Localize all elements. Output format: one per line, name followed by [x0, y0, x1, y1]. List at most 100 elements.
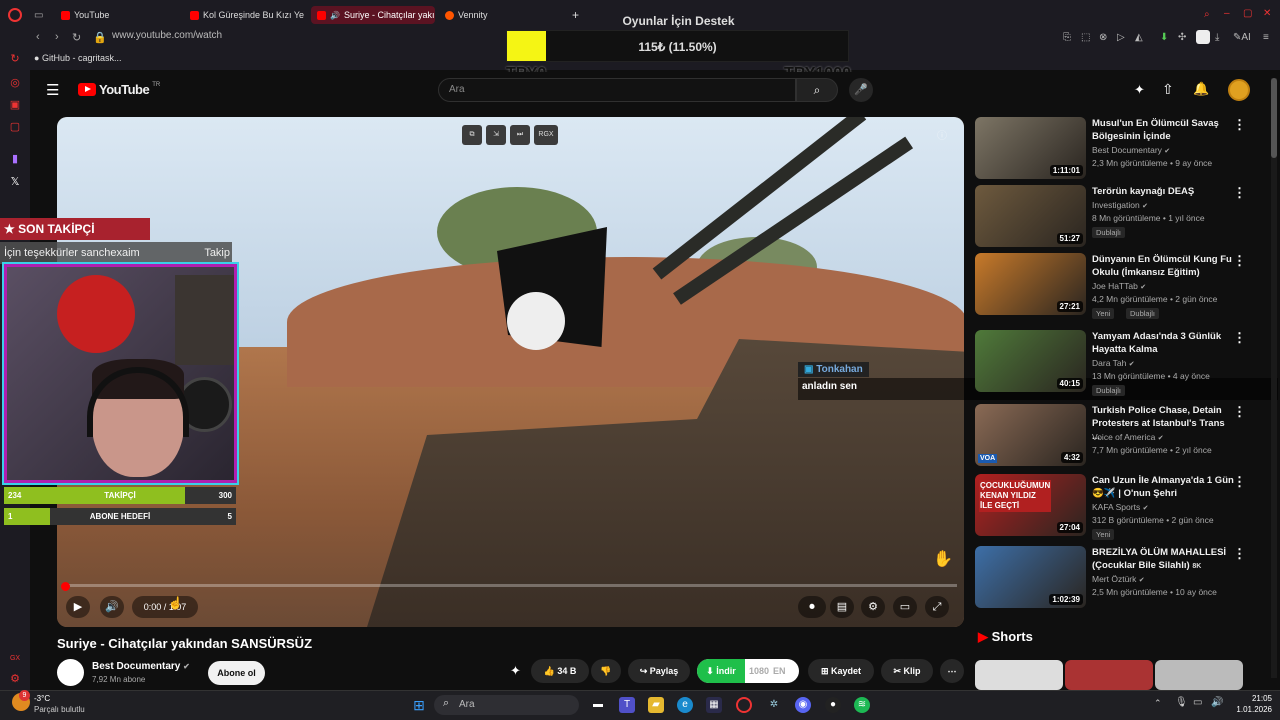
recommendation-title[interactable]: Can Uzun İle Almanya'da 1 Gün 😎✈️ | O'nu… [1092, 474, 1234, 500]
recommendation-channel[interactable]: Investigation ✔ [1092, 200, 1148, 210]
messenger-icon[interactable]: ◎ [8, 76, 22, 90]
tab-kol-guresi[interactable]: Kol Güreşinde Bu Kızı Yen [184, 6, 304, 24]
recommendation-item[interactable]: 1:02:39 BREZİLYA ÖLÜM MAHALLESİ (Çocuklar… [975, 546, 1265, 610]
tab-youtube[interactable]: YouTube [55, 6, 180, 24]
channel-avatar[interactable] [57, 659, 84, 686]
edge-icon[interactable]: e [677, 697, 693, 713]
search-input[interactable]: Ara [438, 78, 796, 102]
maximize-icon[interactable]: ▢ [1243, 8, 1252, 19]
vpn-icon[interactable]: ◭ [1135, 32, 1143, 43]
subscribe-button[interactable]: Abone ol [208, 661, 265, 685]
recommendation-channel[interactable]: Joe HaTTab ✔ [1092, 281, 1146, 291]
theater-mode-icon[interactable]: ▭ [893, 596, 917, 618]
tray-chevron-icon[interactable]: ⌃ [1154, 698, 1162, 709]
x-icon[interactable]: 𝕏 [8, 175, 22, 189]
ask-icon[interactable]: ✦ [510, 663, 521, 679]
more-options-icon[interactable]: ⋮ [1233, 185, 1246, 201]
close-icon[interactable]: ✕ [1263, 8, 1271, 19]
recommendation-channel[interactable]: Dara Tah ✔ [1092, 358, 1135, 368]
recommendation-title[interactable]: BREZİLYA ÖLÜM MAHALLESİ (Çocuklar Bile S… [1092, 546, 1234, 573]
recommendation-item[interactable]: VOA 4:32 Turkish Police Chase, Detain Prot… [975, 404, 1265, 468]
opera-logo-icon[interactable] [8, 8, 22, 22]
minimize-icon[interactable]: – [1224, 8, 1230, 19]
task-view-icon[interactable]: ▬ [590, 697, 606, 713]
recommendation-thumbnail[interactable]: 40:15 [975, 330, 1086, 392]
clock-time[interactable]: 21:05 [1240, 694, 1272, 703]
obs-icon[interactable]: ● [825, 697, 841, 713]
clip-button[interactable]: ✂ Klip [881, 659, 933, 683]
store-icon[interactable]: ▦ [706, 697, 722, 713]
clock-date[interactable]: 1.01.2026 [1228, 705, 1272, 714]
forward-icon[interactable]: › [55, 31, 59, 43]
recommendation-title[interactable]: Dünyanın En Ölümcül Kung Fu Okulu (İmkan… [1092, 253, 1234, 279]
autoplay-toggle[interactable]: ⏺ [798, 596, 826, 618]
profile-ext-icon[interactable] [1196, 30, 1210, 44]
snapshot-icon[interactable]: ⬚ [1081, 32, 1090, 43]
video-progress-bar[interactable] [62, 584, 957, 587]
scrollbar-thumb[interactable] [1271, 78, 1277, 158]
recommendation-thumbnail[interactable]: 51:27 [975, 185, 1086, 247]
extension-icon[interactable]: ⎘ [1063, 32, 1071, 43]
settings-gear-icon[interactable]: ⚙ [861, 596, 885, 618]
gx-icon[interactable]: GX [8, 652, 22, 666]
tab-suriye[interactable]: 🔊 Suriye - Cihatçılar yakı [311, 6, 435, 24]
channel-name[interactable]: Best Documentary ✔ [92, 661, 190, 672]
opera-gx-icon[interactable] [736, 697, 752, 713]
volume-button[interactable]: 🔊 [100, 596, 124, 618]
discord-icon[interactable]: ◉ [795, 697, 811, 713]
avatar[interactable] [1228, 79, 1250, 101]
info-icon[interactable]: ⓘ [937, 127, 947, 142]
ai-icon[interactable]: ↻ [8, 52, 22, 66]
settings-icon[interactable]: ⚙ [8, 672, 22, 686]
miniplayer-icon[interactable]: ⧉ [462, 125, 482, 145]
fullscreen-icon[interactable]: ⤢ [925, 596, 949, 618]
recommendation-thumbnail[interactable]: 27:21 [975, 253, 1086, 315]
play-button[interactable]: ▶ [66, 596, 90, 618]
youtube-logo[interactable]: YouTube TR [78, 82, 160, 97]
windows-start-icon[interactable]: ⊞ [411, 697, 427, 713]
volume-tray-icon[interactable]: 🔊 [1211, 697, 1223, 708]
voice-search-icon[interactable]: 🎤 [849, 78, 873, 102]
tab-overview-icon[interactable]: ▭ [34, 6, 46, 24]
rgx-button[interactable]: RGX [534, 125, 558, 145]
pip-icon[interactable]: ⇲ [486, 125, 506, 145]
recommendation-channel[interactable]: Voice of America ✔ [1092, 432, 1164, 442]
workspace-icon[interactable]: ▢ [8, 120, 22, 134]
scrollbar[interactable] [1271, 78, 1277, 678]
dislike-button[interactable]: 👎 [591, 659, 621, 683]
settings-app-icon[interactable]: ✲ [766, 697, 782, 713]
recommendation-thumbnail[interactable]: 1:11:01 [975, 117, 1086, 179]
menu-icon[interactable]: ≡ [1263, 32, 1269, 43]
skip-icon[interactable]: ⏭ [510, 125, 530, 145]
share-button[interactable]: ↪ Paylaş [628, 659, 690, 683]
play-icon[interactable]: ▷ [1117, 32, 1125, 43]
reload-icon[interactable]: ↻ [72, 31, 81, 44]
downloads-icon[interactable]: ⤓ [1215, 32, 1219, 43]
short-thumbnail[interactable] [975, 660, 1063, 690]
upload-icon[interactable]: ⇧ [1162, 81, 1174, 98]
notifications-icon[interactable]: 🔔 [1193, 81, 1209, 97]
recommendation-channel[interactable]: KAFA Sports ✔ [1092, 502, 1148, 512]
recommendation-item[interactable]: ÇOCUKLUĞUMUN KENAN YILDIZ İLE GEÇTİ 27:04 Ca… [975, 474, 1265, 540]
recommendation-thumbnail[interactable]: ÇOCUKLUĞUMUN KENAN YILDIZ İLE GEÇTİ 27:04 [975, 474, 1086, 536]
more-options-icon[interactable]: ⋮ [1233, 546, 1246, 562]
short-thumbnail[interactable] [1065, 660, 1153, 690]
recommendation-channel[interactable]: Best Documentary ✔ [1092, 145, 1170, 155]
save-button[interactable]: ⊞ Kaydet [808, 659, 874, 683]
recommendation-title[interactable]: Yamyam Adası'nda 3 Günlük Hayatta Kalma [1092, 330, 1234, 356]
mic-tray-icon[interactable]: 🎙 [1175, 697, 1188, 708]
video-scrubber[interactable] [61, 582, 70, 591]
more-actions-button[interactable]: ⋯ [940, 659, 964, 683]
more-options-icon[interactable]: ⋮ [1233, 404, 1246, 420]
network-icon[interactable]: ▭ [1193, 697, 1202, 708]
more-options-icon[interactable]: ⋮ [1233, 117, 1246, 133]
teams-icon[interactable]: T [619, 697, 635, 713]
recommendation-item[interactable]: 51:27 Terörün kaynağı DEAŞ Investigation ✔… [975, 185, 1265, 249]
subtitles-icon[interactable]: ▤ [830, 596, 854, 618]
recommendation-title[interactable]: Terörün kaynağı DEAŞ [1092, 185, 1234, 198]
more-options-icon[interactable]: ⋮ [1233, 330, 1246, 346]
spotify-icon[interactable]: ≋ [854, 697, 870, 713]
recommendation-channel[interactable]: Mert Öztürk ✔ [1092, 574, 1145, 584]
more-options-icon[interactable]: ⋮ [1233, 474, 1246, 490]
create-icon[interactable]: ✦ [1134, 82, 1145, 98]
